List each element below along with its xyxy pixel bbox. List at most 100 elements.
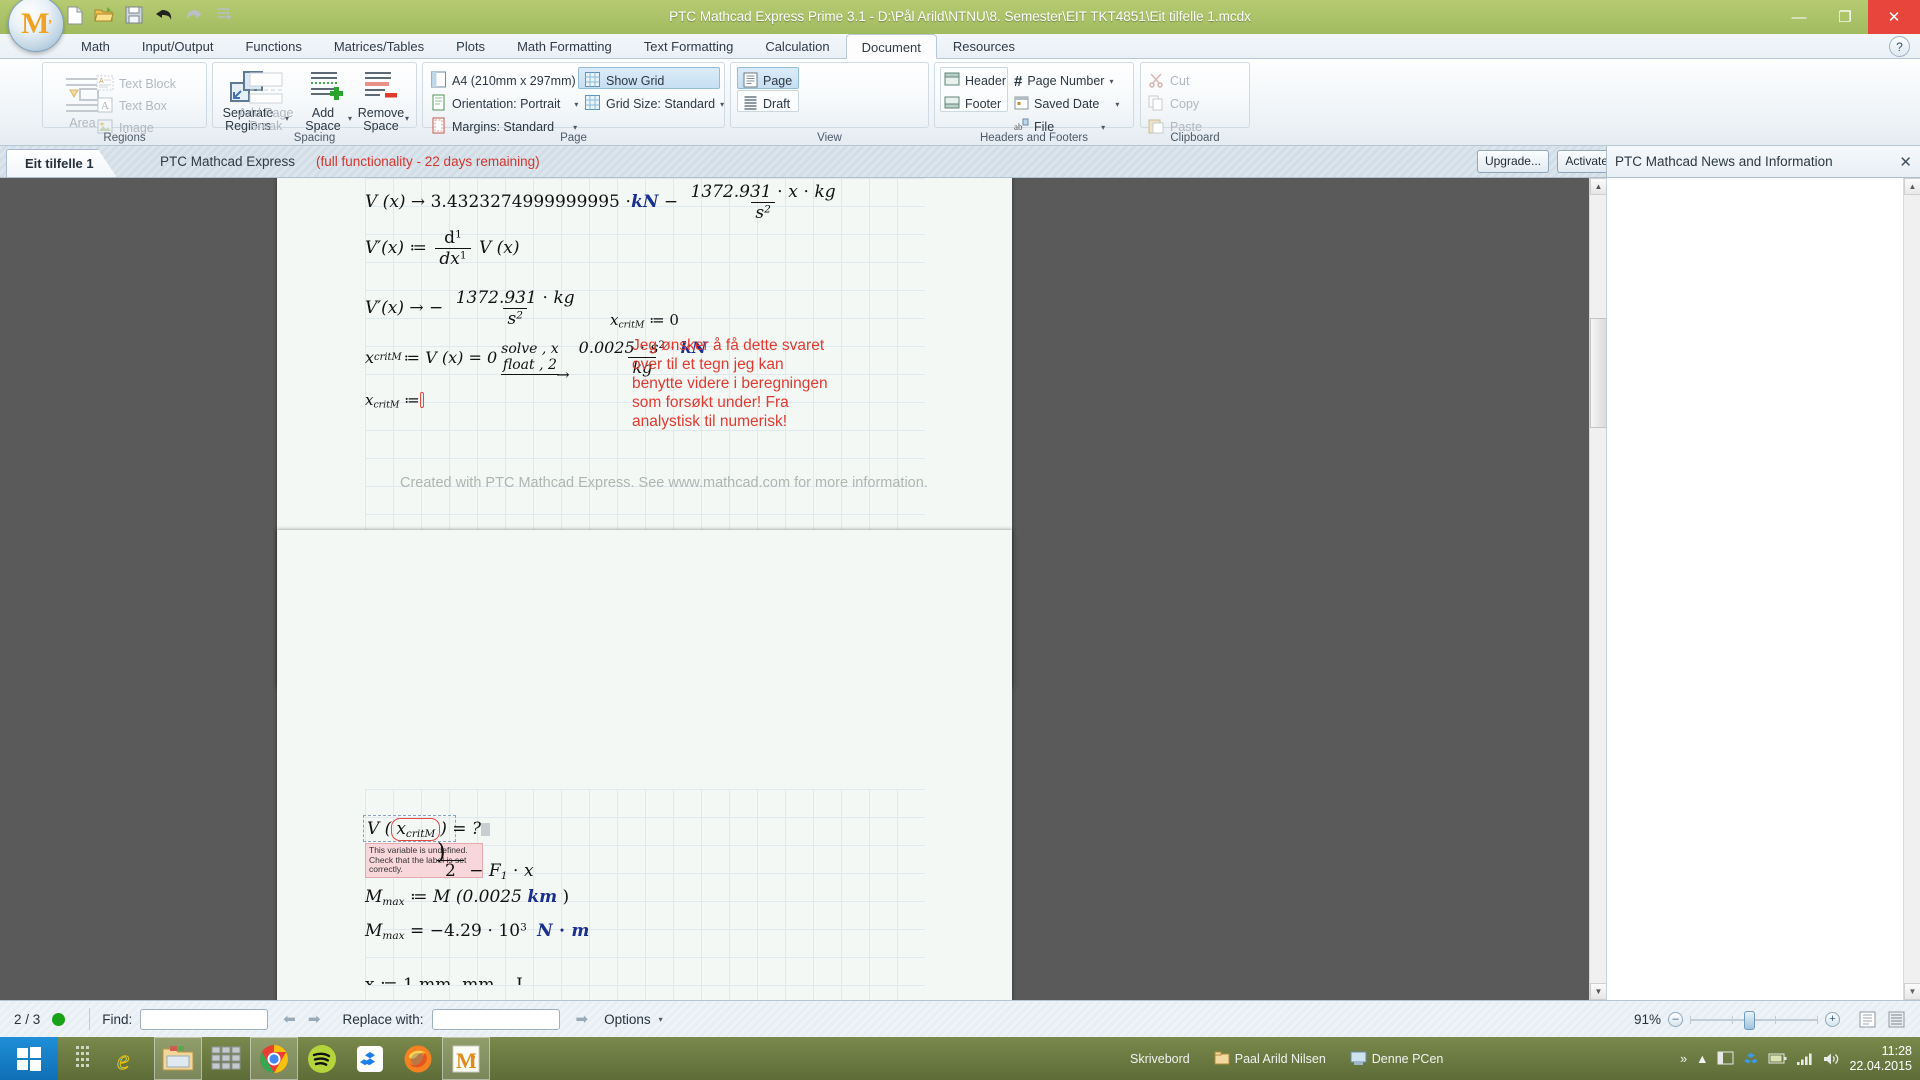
scroll-thumb[interactable] [1590,318,1606,428]
annotation-text-block[interactable]: Jeg ønsker å få dette svaret over til et… [632,336,832,431]
find-options-caret-icon[interactable]: ▾ [659,1015,663,1024]
footer-button[interactable]: Footer [944,93,1001,115]
show-grid-button[interactable]: Show Grid [584,70,664,92]
start-button[interactable] [0,1037,58,1080]
tray-caret-icon[interactable]: ▲ [1696,1052,1708,1066]
taskbar-pc-shortcut[interactable]: Denne PCen [1350,1051,1443,1066]
news-scroll-down-icon[interactable]: ▼ [1904,983,1920,1000]
equation-partial-moment-lower[interactable]: 2 − F1 ⋅ x [437,860,534,882]
open-document-icon[interactable] [92,3,116,27]
saved-date-button[interactable]: Saved Date ▾ [1014,93,1119,115]
ribbon-tab-math-formatting[interactable]: Math Formatting [501,33,628,58]
tray-volume-icon[interactable] [1822,1052,1840,1066]
equation-v-of-xcritm-error[interactable]: V (xcritM) = ? [367,818,491,841]
remove-space-caret-icon[interactable]: ▾ [405,114,409,123]
document-page-2[interactable]: V (xcritM) = ? This variable is undefine… [277,530,1012,1000]
page-number-button[interactable]: # Page Number ▾ [1014,70,1113,92]
tray-network-icon[interactable] [1796,1052,1813,1066]
tray-dropbox-icon[interactable] [1743,1051,1759,1066]
replace-apply-button[interactable]: ➡ [576,1010,589,1028]
replace-input[interactable] [431,1008,560,1030]
ribbon-tab-math[interactable]: Math [65,33,126,58]
margins-caret-icon[interactable]: ▾ [573,123,577,132]
header-button[interactable]: Header [944,70,1006,92]
ribbon-tab-calculation[interactable]: Calculation [749,33,845,58]
file-caret-icon[interactable]: ▾ [1101,123,1105,132]
status-draft-view-icon[interactable] [1888,1011,1905,1031]
upgrade-button[interactable]: Upgrade... [1476,150,1549,173]
equation-xcritm-empty[interactable]: xcritM ≔ [365,391,424,411]
help-icon[interactable]: ? [1889,36,1910,57]
status-zoom-out-button[interactable]: – [1668,1012,1683,1027]
ribbon-tab-matrices-tables[interactable]: Matrices/Tables [318,33,440,58]
tray-battery-icon[interactable] [1768,1052,1787,1065]
document-tab-eit-tilfelle-1[interactable]: Eit tilfelle 1 [6,149,117,177]
status-zoom-in-button[interactable]: + [1825,1012,1840,1027]
empty-placeholder-caret[interactable] [419,392,424,408]
minimize-button[interactable]: — [1776,0,1822,34]
taskbar-google-chrome-icon[interactable] [250,1037,298,1080]
taskbar-dropbox-icon[interactable] [346,1037,394,1080]
equation-v-prime-definition[interactable]: V′(x) ≔ d1 dx1 V (x) [365,228,520,269]
find-input[interactable] [140,1008,269,1030]
equation-x-range[interactable]: x ≔ 1 mm, mm .. L [365,975,527,985]
maximize-button[interactable]: ❐ [1822,0,1868,34]
taskbar-desktop-label[interactable]: Skrivebord [1130,1052,1190,1066]
taskbar-spotify-icon[interactable] [298,1037,346,1080]
close-button[interactable]: ✕ [1868,0,1920,34]
tray-action-center-icon[interactable] [1717,1051,1734,1066]
orientation-button[interactable]: Orientation: Portrait ▾ [430,93,578,115]
news-panel-close-icon[interactable]: ✕ [1899,153,1912,171]
page-number-caret-icon[interactable]: ▾ [1109,77,1113,86]
taskbar-mathcad-icon[interactable]: M , [442,1037,490,1080]
ribbon-tab-plots[interactable]: Plots [440,33,501,58]
ribbon-tab-input-output[interactable]: Input/Output [126,33,230,58]
customize-qat-icon[interactable] [212,3,236,27]
find-previous-button[interactable]: ⬅ [283,1010,296,1028]
scroll-up-icon[interactable]: ▲ [1590,178,1606,195]
status-page-view-icon[interactable] [1859,1011,1876,1031]
add-space-button[interactable]: Add Space [300,107,346,133]
remove-space-button[interactable]: Remove Space [352,107,410,133]
news-panel-title: PTC Mathcad News and Information [1615,154,1833,169]
ribbon-tab-document[interactable]: Document [845,34,937,59]
page-view-button[interactable]: Page [743,70,792,92]
taskbar-clock[interactable]: 11:28 22.04.2015 [1849,1044,1912,1074]
saved-date-caret-icon[interactable]: ▾ [1115,100,1119,109]
news-panel-scrollbar[interactable]: ▲ ▼ [1903,178,1920,1000]
equation-mmax-definition[interactable]: Mmax ≔ M (0.0025 km ) [365,887,569,908]
taskbar-internet-explorer-icon[interactable]: e [106,1037,154,1080]
equation-v-of-x-result[interactable]: V (x) → 3.4323274999999995 ⋅kN − 1372.93… [365,182,843,223]
find-options-label[interactable]: Options [604,1012,651,1027]
status-zoom-slider-thumb[interactable] [1744,1010,1755,1030]
grid-size-caret-icon[interactable]: ▾ [720,100,724,109]
orientation-caret-icon[interactable]: ▾ [574,100,578,109]
result-placeholder-box[interactable] [481,823,491,836]
draft-view-button[interactable]: Draft [743,93,790,115]
undefined-variable-highlight[interactable]: xcritM [391,818,441,841]
taskbar-firefox-icon[interactable] [394,1037,442,1080]
tray-overflow-icon[interactable]: » [1680,1052,1687,1066]
find-next-button[interactable]: ➡ [308,1010,321,1028]
undo-icon[interactable] [152,3,176,27]
redo-icon[interactable] [182,3,206,27]
equation-mmax-value[interactable]: Mmax = −4.29 ⋅ 103 N ⋅ m [365,921,589,942]
news-scroll-up-icon[interactable]: ▲ [1904,178,1920,195]
grid-size-button[interactable]: Grid Size: Standard ▾ [584,93,724,115]
ribbon-tab-text-formatting[interactable]: Text Formatting [628,33,750,58]
new-document-icon[interactable] [62,3,86,27]
equation-v-prime-result[interactable]: V′(x) → − 1372.931 ⋅ kg s2 [365,288,582,329]
scroll-down-icon[interactable]: ▼ [1590,983,1606,1000]
taskbar-quicklaunch-handle[interactable] [58,1037,106,1080]
document-scrollbar[interactable]: ▲ ▼ [1589,178,1606,1000]
taskbar-file-explorer-icon[interactable] [154,1037,202,1080]
taskbar-windows-app-icon[interactable] [202,1037,250,1080]
ribbon-tab-functions[interactable]: Functions [229,33,317,58]
ribbon-tab-resources[interactable]: Resources [937,33,1031,58]
taskbar-user-shortcut[interactable]: Paal Arild Nilsen [1214,1051,1326,1066]
document-canvas[interactable]: V (x) → 3.4323274999999995 ⋅kN − 1372.93… [0,178,1606,1000]
paper-size-button[interactable]: A4 (210mm x 297mm) ▾ [430,70,585,92]
status-zoom-slider[interactable] [1690,1010,1818,1030]
save-document-icon[interactable] [122,3,146,27]
equation-xcritm-zero[interactable]: xcritM ≔ 0 [610,311,679,331]
